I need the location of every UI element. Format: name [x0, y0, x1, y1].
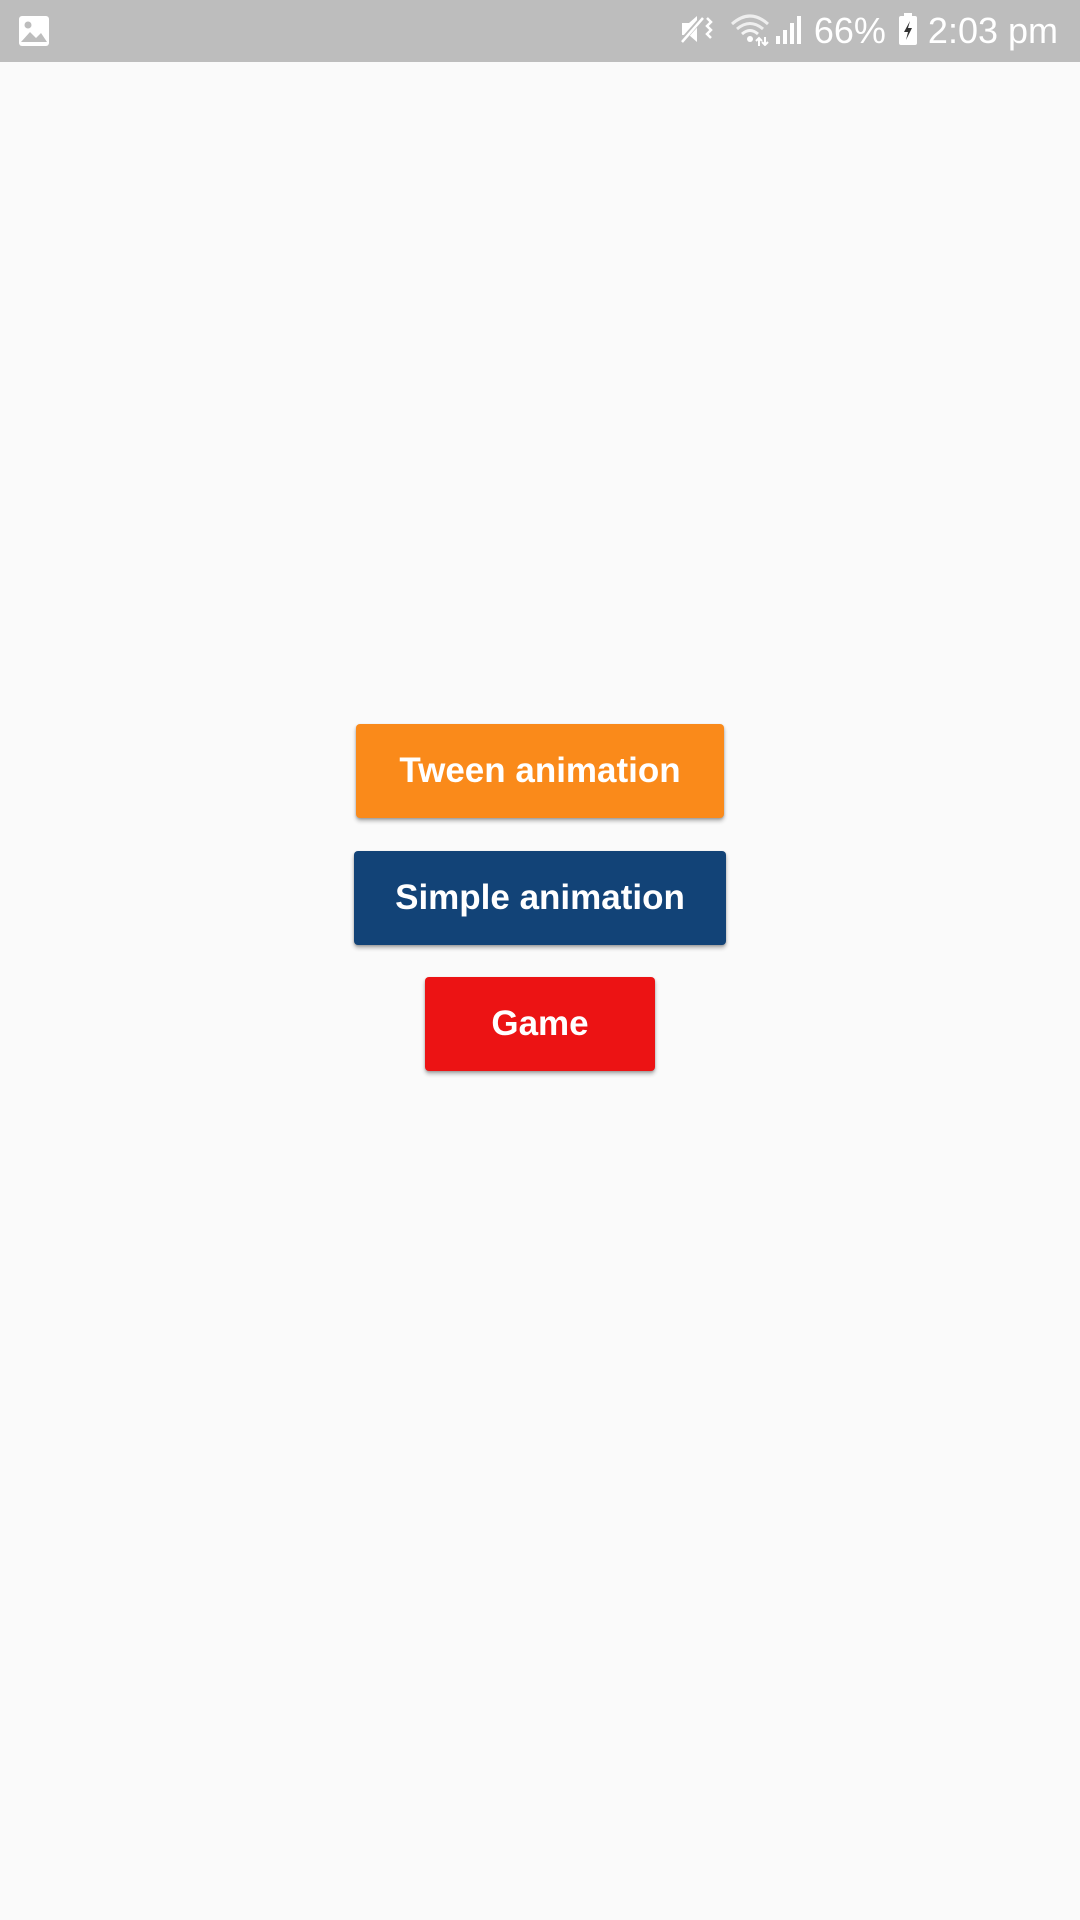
battery-charging-icon: [898, 12, 918, 51]
game-button[interactable]: Game: [425, 977, 655, 1071]
simple-animation-button[interactable]: Simple animation: [354, 851, 726, 945]
clock: 2:03 pm: [927, 10, 1058, 51]
mute-vibrate-icon: [678, 12, 716, 51]
tween-animation-button[interactable]: Tween animation: [356, 724, 724, 818]
image-icon: [18, 15, 50, 47]
battery-percent: 66%: [813, 10, 886, 51]
status-icons: 66% 2:03 pm: [678, 0, 1058, 62]
signal-icon: [774, 12, 804, 51]
status-bar: 66% 2:03 pm: [0, 0, 1080, 62]
wifi-icon: [730, 12, 770, 51]
